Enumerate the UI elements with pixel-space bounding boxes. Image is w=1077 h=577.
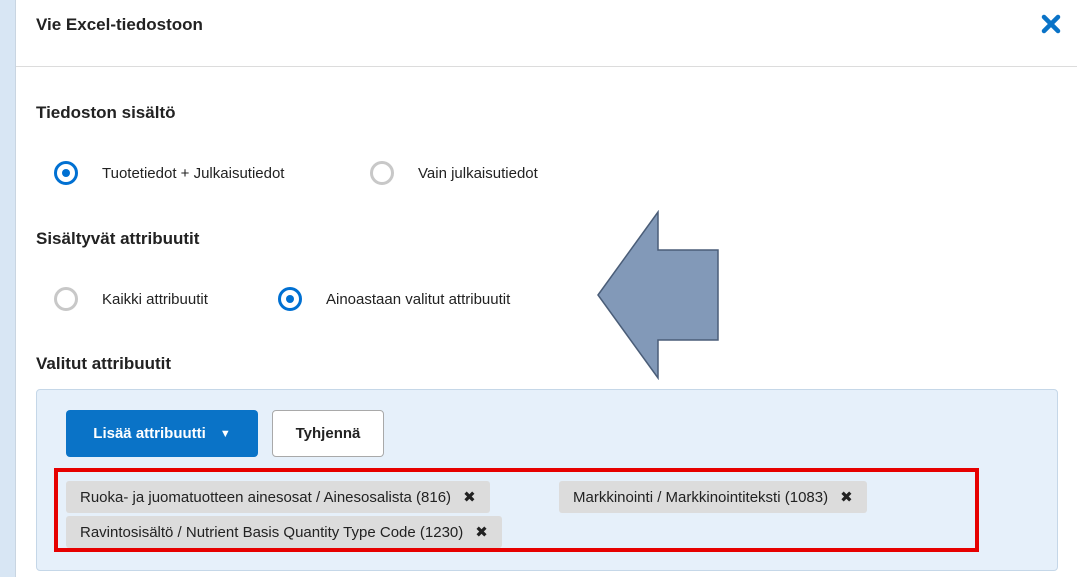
attribute-tag: Markkinointi / Markkinointiteksti (1083)… (559, 481, 867, 513)
selected-attributes-label: Valitut attribuutit (36, 354, 172, 373)
export-dialog: Vie Excel-tiedostoon Tiedoston sisältö T… (15, 0, 1077, 577)
close-icon[interactable] (1040, 13, 1062, 35)
radio-selected-attributes-only[interactable]: Ainoastaan valitut attribuutit (278, 287, 510, 311)
radio-unselected-icon (370, 161, 394, 185)
add-attribute-button[interactable]: Lisää attribuutti ▼ (66, 410, 258, 457)
radio-selected-icon (54, 161, 78, 185)
remove-tag-icon[interactable]: ✖ (475, 523, 488, 541)
radio-product-and-publication[interactable]: Tuotetiedot + Julkaisutiedot (54, 161, 284, 185)
file-content-label: Tiedoston sisältö (36, 103, 176, 122)
attribute-tag-label: Ravintosisältö / Nutrient Basis Quantity… (80, 523, 464, 541)
radio-label: Vain julkaisutiedot (418, 164, 538, 182)
selected-attributes-panel: Lisää attribuutti ▼ Tyhjennä Ruoka- ja j… (36, 389, 1058, 571)
radio-unselected-icon (54, 287, 78, 311)
attribute-tag-label: Ruoka- ja juomatuotteen ainesosat / Aine… (80, 488, 452, 506)
radio-selected-icon (278, 287, 302, 311)
add-attribute-label: Lisää attribuutti (93, 425, 206, 442)
annotation-arrow-icon (597, 210, 719, 380)
radio-label: Kaikki attribuutit (102, 290, 208, 308)
radio-label: Tuotetiedot + Julkaisutiedot (102, 164, 285, 182)
caret-down-icon: ▼ (219, 427, 231, 440)
included-attributes-label: Sisältyvät attribuutit (36, 229, 200, 248)
clear-button[interactable]: Tyhjennä (272, 410, 384, 457)
radio-all-attributes[interactable]: Kaikki attribuutit (54, 287, 208, 311)
radio-publication-only[interactable]: Vain julkaisutiedot (370, 161, 538, 185)
dialog-title: Vie Excel-tiedostoon (36, 15, 203, 34)
remove-tag-icon[interactable]: ✖ (463, 488, 476, 506)
attribute-tag: Ruoka- ja juomatuotteen ainesosat / Aine… (66, 481, 490, 513)
dialog-header: Vie Excel-tiedostoon (16, 0, 1077, 67)
radio-label: Ainoastaan valitut attribuutit (326, 290, 511, 308)
remove-tag-icon[interactable]: ✖ (840, 488, 853, 506)
attribute-tag-label: Markkinointi / Markkinointiteksti (1083) (573, 488, 829, 506)
attribute-tag: Ravintosisältö / Nutrient Basis Quantity… (66, 516, 502, 548)
